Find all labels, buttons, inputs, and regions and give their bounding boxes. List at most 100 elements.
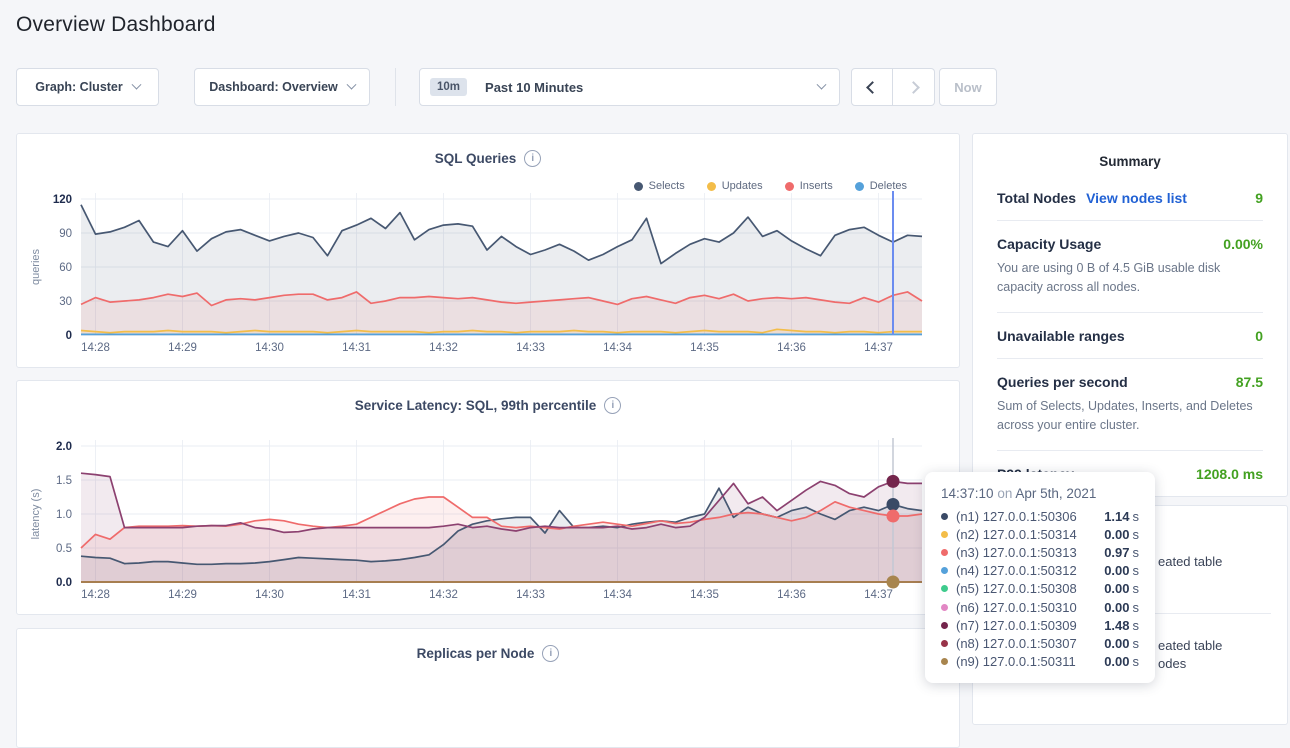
node-latency-unit: s: [1130, 636, 1140, 651]
svg-text:14:29: 14:29: [168, 342, 197, 354]
svg-text:14:35: 14:35: [690, 342, 719, 354]
node-latency-value: 0.00s: [1104, 654, 1139, 669]
now-button[interactable]: Now: [939, 68, 997, 106]
summary-row: Queries per second87.5Sum of Selects, Up…: [997, 359, 1263, 451]
summary-row-description: You are using 0 B of 4.5 GiB usable disk…: [997, 259, 1263, 298]
node-address: (n1) 127.0.0.1:50306: [956, 509, 1096, 524]
svg-text:14:34: 14:34: [603, 589, 632, 601]
summary-row-value: 9: [1255, 190, 1263, 206]
summary-row-value: 87.5: [1236, 374, 1263, 390]
summary-row-head: Unavailable ranges0: [997, 328, 1263, 344]
replicas-per-node-title: Replicas per Node: [417, 646, 535, 661]
node-latency-unit: s: [1130, 600, 1140, 615]
dashboard-dropdown[interactable]: Dashboard: Overview: [194, 68, 370, 106]
node-latency-value: 1.48s: [1104, 618, 1139, 633]
info-icon[interactable]: i: [604, 397, 621, 414]
svg-text:14:37: 14:37: [864, 342, 893, 354]
tooltip-node-row: (n6) 127.0.0.1:503100.00s: [941, 598, 1139, 616]
tooltip-node-row: (n7) 127.0.0.1:503091.48s: [941, 616, 1139, 634]
time-range-dropdown[interactable]: 10m Past 10 Minutes: [419, 68, 840, 106]
tooltip-node-row: (n4) 127.0.0.1:50312 0.00s: [941, 562, 1139, 580]
node-latency-value: 0.00s: [1104, 636, 1139, 651]
service-latency-chart[interactable]: 14:2814:2914:3014:3114:3214:3314:3414:35…: [17, 436, 961, 606]
summary-row-label: Queries per second: [997, 374, 1128, 390]
time-back-button[interactable]: [851, 68, 893, 106]
node-latency-unit: s: [1130, 618, 1140, 633]
svg-text:120: 120: [53, 194, 72, 206]
dashboard-dropdown-label: Dashboard: Overview: [209, 80, 338, 94]
node-latency-value: 0.00s: [1104, 527, 1139, 542]
node-address: (n9) 127.0.0.1:50311: [956, 654, 1096, 669]
svg-text:14:36: 14:36: [777, 589, 806, 601]
time-forward-button[interactable]: [893, 68, 935, 106]
node-latency-unit: s: [1130, 509, 1140, 524]
replicas-per-node-panel: Replicas per Node i: [16, 628, 960, 748]
svg-text:14:32: 14:32: [429, 589, 458, 601]
tooltip-node-row: (n1) 127.0.0.1:50306 1.14s: [941, 507, 1139, 525]
node-color-dot: [941, 567, 948, 574]
graph-dropdown[interactable]: Graph: Cluster: [16, 68, 159, 106]
service-latency-title: Service Latency: SQL, 99th percentile: [355, 398, 597, 413]
summary-row-value: 0.00%: [1223, 236, 1263, 252]
tooltip-node-row: (n2) 127.0.0.1:50314 0.00s: [941, 525, 1139, 543]
info-icon[interactable]: i: [542, 645, 559, 662]
summary-row-head: Total Nodes View nodes list 9: [997, 190, 1263, 206]
node-latency-value: 0.00s: [1104, 563, 1139, 578]
svg-text:14:28: 14:28: [81, 589, 110, 601]
tooltip-node-row: (n5) 127.0.0.1:50308 0.00s: [941, 580, 1139, 598]
svg-text:14:31: 14:31: [342, 342, 371, 354]
node-color-dot: [941, 640, 948, 647]
svg-text:1.0: 1.0: [56, 509, 72, 521]
svg-text:14:30: 14:30: [255, 342, 284, 354]
node-address: (n5) 127.0.0.1:50308: [956, 581, 1096, 596]
summary-row-value: 0: [1255, 328, 1263, 344]
node-latency-value: 0.00s: [1104, 581, 1139, 596]
event-text-fragment: eated table: [1158, 638, 1222, 653]
svg-text:90: 90: [59, 228, 72, 240]
node-address: (n4) 127.0.0.1:50312: [956, 563, 1096, 578]
svg-text:14:34: 14:34: [603, 342, 632, 354]
service-latency-panel: Service Latency: SQL, 99th percentile i 1…: [16, 380, 960, 615]
node-latency-value: 1.14s: [1104, 509, 1139, 524]
svg-text:14:29: 14:29: [168, 589, 197, 601]
svg-text:latency (s): latency (s): [30, 489, 42, 540]
event-text-fragment: eated table: [1158, 554, 1222, 569]
svg-text:14:35: 14:35: [690, 589, 719, 601]
summary-row-head: Queries per second 87.5: [997, 374, 1263, 390]
node-latency-unit: s: [1130, 563, 1140, 578]
tooltip-node-row: (n8) 127.0.0.1:503070.00s: [941, 634, 1139, 652]
now-button-label: Now: [954, 80, 981, 95]
summary-title: Summary: [973, 134, 1287, 175]
node-color-dot: [941, 622, 948, 629]
node-color-dot: [941, 585, 948, 592]
svg-text:14:32: 14:32: [429, 342, 458, 354]
summary-row: Total Nodes View nodes list 9: [997, 175, 1263, 221]
svg-text:1.5: 1.5: [56, 475, 72, 487]
chevron-down-icon: [131, 79, 141, 89]
controls-divider: [395, 68, 396, 106]
node-address: (n6) 127.0.0.1:50310: [956, 600, 1096, 615]
svg-text:14:28: 14:28: [81, 342, 110, 354]
sql-queries-panel: SQL Queriesi SelectsUpdatesInsertsDelete…: [16, 133, 960, 368]
svg-text:0.0: 0.0: [56, 577, 72, 589]
node-latency-unit: s: [1130, 545, 1140, 560]
svg-text:14:33: 14:33: [516, 589, 545, 601]
svg-text:14:33: 14:33: [516, 342, 545, 354]
svg-text:2.0: 2.0: [56, 441, 72, 453]
time-pager: [851, 68, 935, 106]
sql-queries-chart[interactable]: 14:28 14:29 14:30 14:31 14:32 14:33 14:34 14:35…: [17, 189, 961, 359]
chevron-down-icon: [346, 79, 356, 89]
node-address: (n2) 127.0.0.1:50314: [956, 527, 1096, 542]
svg-text:14:30: 14:30: [255, 589, 284, 601]
node-address: (n3) 127.0.0.1:50313: [956, 545, 1096, 560]
view-nodes-list-link[interactable]: View nodes list: [1086, 190, 1187, 206]
node-color-dot: [941, 658, 948, 665]
tooltip-timestamp: 14:37:10 on Apr 5th, 2021: [941, 486, 1139, 501]
node-latency-unit: s: [1130, 581, 1140, 596]
info-icon[interactable]: i: [524, 150, 541, 167]
chart-hover-tooltip: 14:37:10 on Apr 5th, 2021 (n1) 127.0.0.1…: [925, 472, 1155, 683]
sql-queries-title: SQL Queries: [435, 151, 517, 166]
summary-panel: Summary Total NodesView nodes list9Capac…: [972, 133, 1288, 497]
summary-row-label: Total Nodes: [997, 190, 1076, 206]
time-range-badge: 10m: [430, 78, 467, 96]
